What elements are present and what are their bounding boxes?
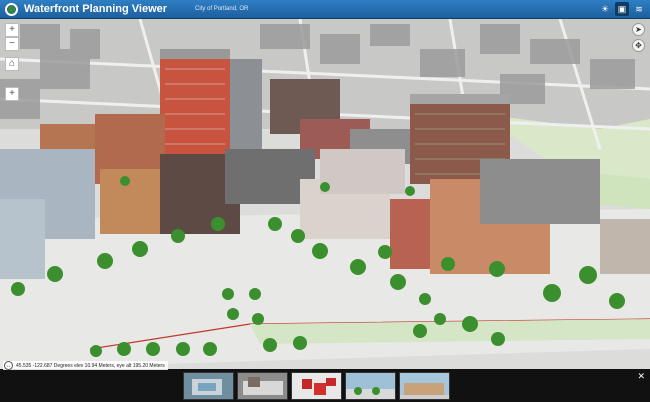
coordinate-readout: ↔ 45.535 -122.687 Degrees elev 10.94 Met…	[3, 361, 168, 370]
slide-thumbnail-4[interactable]	[345, 372, 396, 400]
navigation-controls: + − ⌂ +	[5, 23, 19, 101]
slides-panel: ↔ 45.535 -122.687 Degrees elev 10.94 Met…	[0, 361, 650, 402]
app-logo-icon	[5, 2, 18, 16]
slide-thumbnail-3[interactable]	[291, 372, 342, 400]
app-subtitle: City of Portland, OR	[195, 6, 249, 12]
zoom-in-button[interactable]: +	[5, 23, 19, 37]
app-window: Waterfront Planning Viewer City of Portl…	[0, 0, 650, 402]
add-button[interactable]: +	[5, 87, 19, 101]
slide-thumbnail-2[interactable]	[237, 372, 288, 400]
scene-view[interactable]	[0, 19, 650, 369]
app-header: Waterfront Planning Viewer City of Portl…	[0, 0, 650, 19]
zoom-out-button[interactable]: −	[5, 37, 19, 51]
coordinate-text: 45.535 -122.687 Degrees elev 10.94 Meter…	[16, 362, 165, 369]
app-title: Waterfront Planning Viewer	[24, 3, 168, 15]
daylight-icon[interactable]: ☀	[598, 2, 612, 16]
slide-strip	[183, 372, 450, 400]
scene-canvas[interactable]	[0, 19, 650, 369]
coordinate-conversion-icon[interactable]: ↔	[4, 361, 13, 370]
close-icon[interactable]: ✕	[637, 371, 645, 382]
home-button[interactable]: ⌂	[5, 57, 19, 71]
slide-thumbnail-5[interactable]	[399, 372, 450, 400]
slides-icon[interactable]: ▣	[615, 2, 629, 16]
layers-icon[interactable]: ≋	[632, 2, 646, 16]
slide-thumbnail-1[interactable]	[183, 372, 234, 400]
navigation-controls-right: ➤ ✥	[632, 23, 645, 52]
header-toolbar: ☀ ▣ ≋	[598, 2, 646, 16]
pan-rotate-icon[interactable]: ✥	[632, 39, 645, 52]
compass-icon[interactable]: ➤	[632, 23, 645, 36]
